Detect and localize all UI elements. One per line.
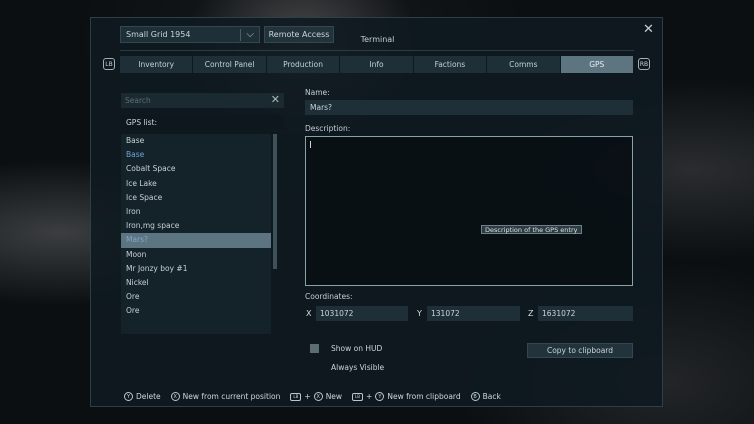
list-item[interactable]: Nickel	[121, 276, 271, 290]
list-item[interactable]: Mr Jonzy boy #1	[121, 262, 271, 276]
list-item[interactable]: Ice Lake	[121, 177, 271, 191]
dropdown-separator	[240, 29, 241, 41]
description-tooltip: Description of the GPS entry	[481, 225, 582, 234]
list-item[interactable]: Base	[121, 148, 271, 162]
rb-bumper-icon[interactable]: RB	[638, 58, 650, 70]
chevron-down-icon[interactable]: ⌵	[246, 29, 254, 40]
x-button-icon: X	[170, 392, 180, 401]
hint-back[interactable]: B Back	[470, 392, 501, 401]
list-item[interactable]: Iron	[121, 205, 271, 219]
hint-delete[interactable]: Y Delete	[124, 392, 161, 401]
show-on-hud-checkbox[interactable]	[310, 344, 319, 353]
tab-gps[interactable]: GPS	[560, 56, 634, 73]
list-item[interactable]: Iron,mg space	[121, 219, 271, 233]
tab-control-panel[interactable]: Control Panel	[193, 56, 267, 73]
tab-inventory[interactable]: Inventory	[120, 56, 194, 73]
list-item[interactable]: Base	[121, 134, 271, 148]
hint-back-label: Back	[482, 392, 501, 401]
plus-text: +	[304, 392, 311, 401]
x-button-icon: X	[313, 392, 323, 401]
x-coordinate-field[interactable]: 1031072	[316, 306, 408, 321]
y-label: Y	[417, 309, 422, 318]
tab-production[interactable]: Production	[266, 56, 341, 73]
list-item[interactable]: Moon	[121, 248, 271, 262]
list-item[interactable]: Ore	[121, 304, 271, 318]
list-item-selected[interactable]: Mars?	[121, 233, 271, 248]
copy-to-clipboard-button[interactable]: Copy to clipboard	[527, 343, 633, 358]
y-coordinate-field[interactable]: 131072	[427, 306, 520, 321]
always-visible-label: Always Visible	[331, 363, 385, 372]
z-coordinate-field[interactable]: 1631072	[538, 306, 633, 321]
footer-hints: Y Delete X New from current position LB …	[124, 392, 507, 401]
list-item[interactable]: Cobalt Space	[121, 162, 271, 176]
lb-button-icon: LB	[352, 392, 364, 401]
gps-list-heading: GPS list:	[121, 115, 284, 129]
tab-factions[interactable]: Factions	[413, 56, 488, 73]
z-label: Z	[528, 309, 534, 318]
header-divider	[120, 50, 634, 51]
y-button-icon: Y	[375, 392, 385, 401]
tab-bar: Inventory Control Panel Production Info …	[120, 56, 634, 73]
list-item[interactable]: Ice Space	[121, 191, 271, 205]
clear-search-icon[interactable]: ✕	[271, 93, 280, 106]
lb-bumper-icon[interactable]: LB	[103, 58, 115, 70]
hint-delete-label: Delete	[136, 392, 161, 401]
b-button-icon: B	[470, 392, 480, 401]
list-scrollbar[interactable]	[273, 134, 277, 269]
gps-list: Base Base Cobalt Space Ice Lake Ice Spac…	[121, 134, 271, 334]
list-item[interactable]: Ore	[121, 290, 271, 304]
terminal-title: Terminal	[360, 35, 395, 44]
hint-new-label: New	[325, 392, 343, 401]
show-on-hud-label: Show on HUD	[331, 344, 383, 353]
hint-new-from-clipboard-label: New from clipboard	[387, 392, 461, 401]
hint-new-from-position-label: New from current position	[182, 392, 281, 401]
description-label: Description:	[305, 124, 351, 133]
search-input[interactable]: Search ✕	[121, 93, 284, 108]
y-button-icon: Y	[124, 392, 133, 401]
x-label: X	[306, 309, 312, 318]
lb-button-icon: LB	[290, 392, 302, 401]
plus-text: +	[366, 392, 373, 401]
hint-new-from-position[interactable]: X New from current position	[170, 392, 281, 401]
name-label: Name:	[305, 88, 330, 97]
coordinates-label: Coordinates:	[305, 292, 353, 301]
hint-new-from-clipboard[interactable]: LB + Y New from clipboard	[352, 392, 461, 401]
description-field[interactable]	[305, 136, 633, 286]
grid-select-value: Small Grid 1954	[126, 30, 191, 39]
text-caret	[310, 141, 311, 148]
hint-new[interactable]: LB + X New	[290, 392, 342, 401]
search-placeholder: Search	[125, 96, 151, 105]
tab-comms[interactable]: Comms	[487, 56, 561, 73]
name-field[interactable]: Mars?	[305, 100, 633, 115]
grid-select-dropdown[interactable]: Small Grid 1954 ⌵	[120, 26, 260, 43]
close-icon[interactable]: ✕	[643, 22, 654, 37]
tab-info[interactable]: Info	[340, 56, 414, 73]
remote-access-button[interactable]: Remote Access	[264, 26, 334, 43]
